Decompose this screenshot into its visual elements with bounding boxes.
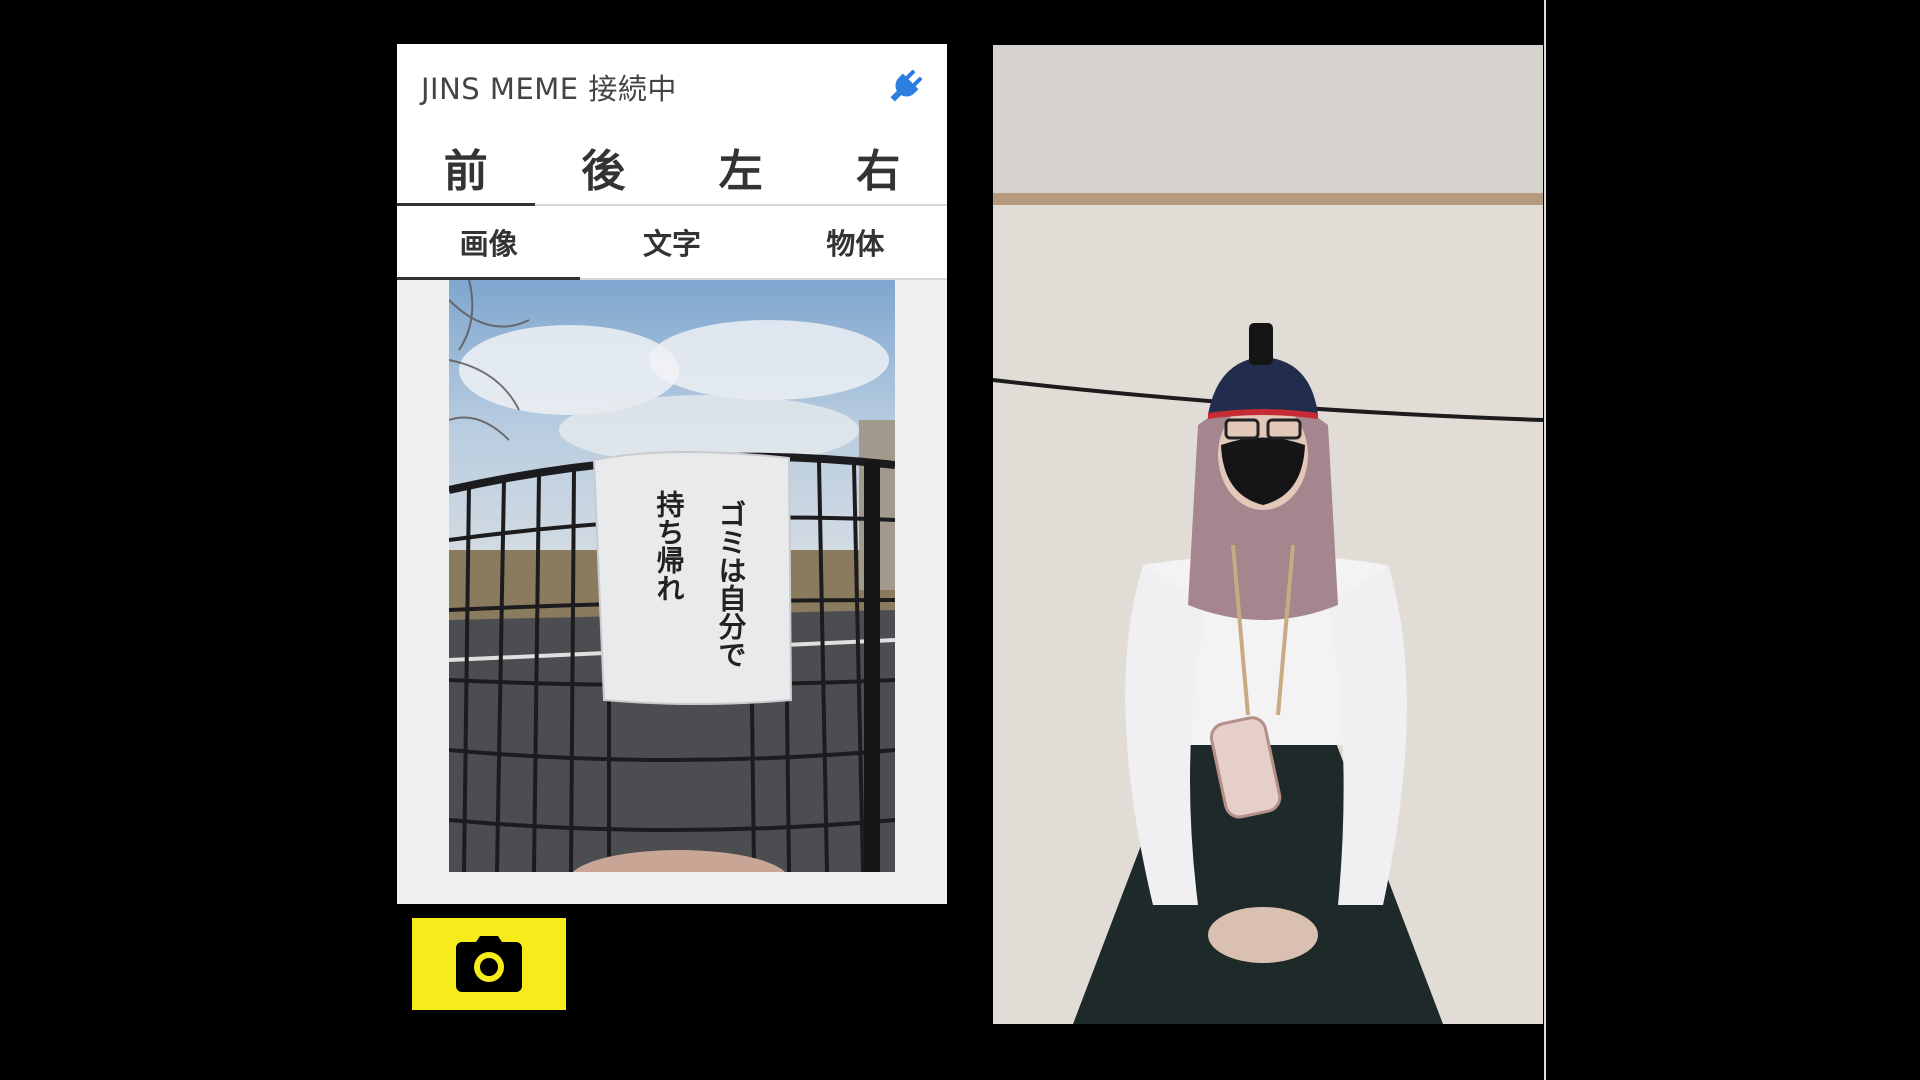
app-header: JINS MEME 接続中 bbox=[397, 44, 947, 130]
captured-photo: ゴミは自分で 持ち帰れ bbox=[449, 280, 895, 872]
sign-text-col2: 持ち帰れ bbox=[653, 490, 686, 602]
tab-right[interactable]: 右 bbox=[810, 130, 948, 204]
camera-icon bbox=[456, 936, 522, 992]
right-margin bbox=[1544, 0, 1920, 1080]
app-title: JINS MEME 接続中 bbox=[421, 72, 677, 106]
plug-icon[interactable] bbox=[885, 67, 925, 107]
tab-left[interactable]: 左 bbox=[672, 130, 810, 204]
person-scene bbox=[993, 45, 1543, 1024]
person-video bbox=[993, 45, 1543, 1024]
screen: JINS MEME 接続中 前 後 左 右 画像 文字 物体 ゴミは自分で 持ち… bbox=[0, 0, 1920, 1080]
mode-tabs: 画像 文字 物体 bbox=[397, 206, 947, 280]
sign-text-col1: ゴミは自分で bbox=[715, 499, 748, 668]
photo-scene: ゴミは自分で 持ち帰れ bbox=[449, 280, 895, 872]
tab-object[interactable]: 物体 bbox=[764, 206, 947, 278]
camera-button[interactable] bbox=[412, 918, 566, 1010]
tab-text[interactable]: 文字 bbox=[580, 206, 763, 278]
tab-front[interactable]: 前 bbox=[397, 130, 535, 206]
direction-tabs: 前 後 左 右 bbox=[397, 130, 947, 206]
tab-back[interactable]: 後 bbox=[535, 130, 673, 204]
app-panel: JINS MEME 接続中 前 後 左 右 画像 文字 物体 ゴミは自分で 持ち… bbox=[397, 44, 947, 904]
tab-image[interactable]: 画像 bbox=[397, 206, 581, 280]
